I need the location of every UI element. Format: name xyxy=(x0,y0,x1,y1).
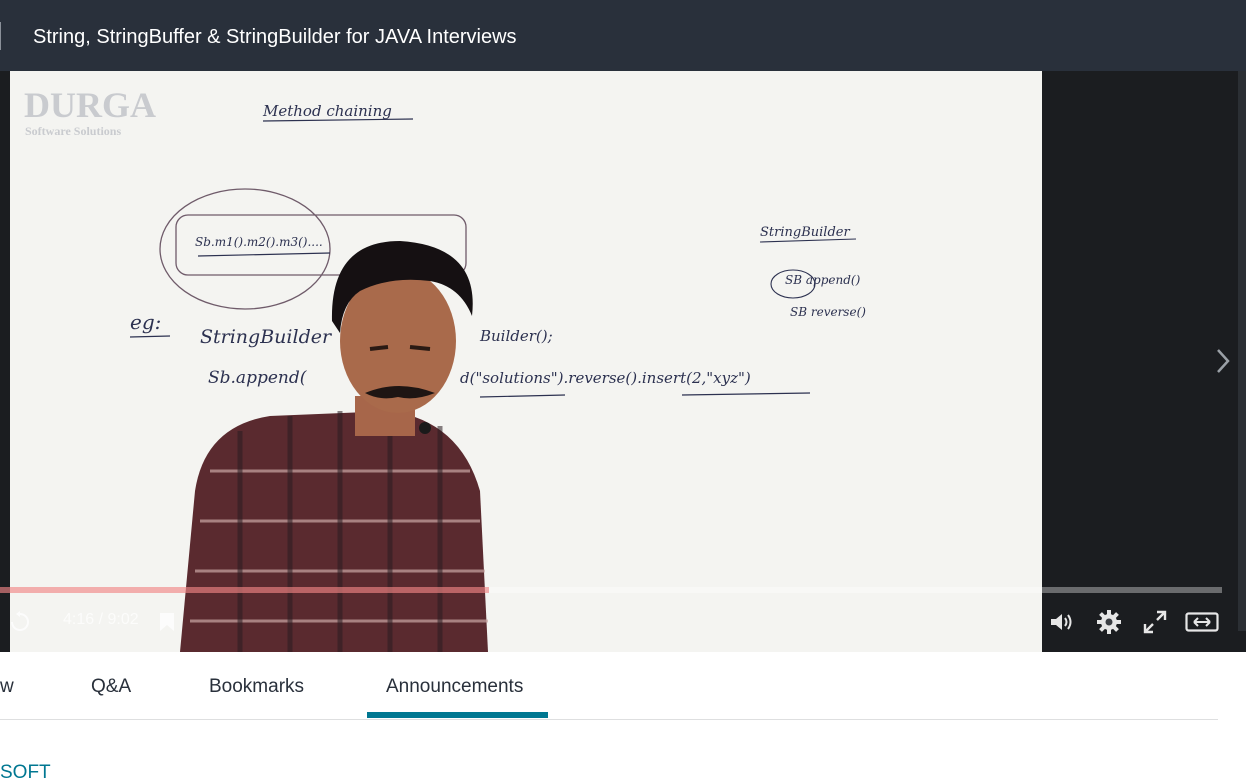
watermark-brand: DURGA xyxy=(24,85,156,125)
board-line2-mid: d("solutions").reverse().insert(2,"xyz") xyxy=(460,369,751,387)
volume-button[interactable] xyxy=(1048,606,1076,638)
tab-overview[interactable]: w xyxy=(0,676,14,698)
board-side-item-2: SB reverse() xyxy=(790,305,866,319)
next-lecture-button[interactable] xyxy=(1208,336,1238,386)
active-tab-indicator xyxy=(367,712,548,718)
tabs-divider xyxy=(0,719,1218,720)
sidebar-edge xyxy=(1238,71,1246,631)
header-divider xyxy=(0,22,1,50)
video-progress-bar[interactable] xyxy=(0,587,1222,593)
rewind-button[interactable] xyxy=(6,606,34,638)
bookmark-icon xyxy=(160,613,174,631)
gear-icon xyxy=(1097,610,1121,634)
settings-button[interactable] xyxy=(1094,606,1124,638)
time-display: 4:16 / 9:02 xyxy=(63,611,139,628)
board-eg: eg: xyxy=(130,310,161,334)
video-progress-fill xyxy=(0,587,489,593)
volume-icon xyxy=(1051,614,1072,630)
fullscreen-button[interactable] xyxy=(1140,606,1170,638)
board-line1: StringBuilder xyxy=(200,326,333,348)
announcement-author-link[interactable]: SOFT xyxy=(0,762,51,784)
expand-icon xyxy=(1185,612,1219,632)
tab-qa[interactable]: Q&A xyxy=(91,676,131,698)
expand-button[interactable] xyxy=(1184,606,1220,638)
lecture-tabs: w Q&A Bookmarks Announcements xyxy=(0,652,1246,720)
board-line2-head: Sb.append( xyxy=(208,368,307,388)
course-header: String, StringBuffer & StringBuilder for… xyxy=(0,0,1246,71)
course-title: String, StringBuffer & StringBuilder for… xyxy=(33,26,517,48)
board-line1-tail: Builder(); xyxy=(479,327,553,345)
board-side-item-1: SB append() xyxy=(785,273,861,287)
tab-bookmarks[interactable]: Bookmarks xyxy=(209,676,304,698)
add-bookmark-button[interactable] xyxy=(154,606,180,638)
watermark-tagline: Software Solutions xyxy=(25,124,121,138)
tab-announcements[interactable]: Announcements xyxy=(386,676,523,698)
chevron-right-icon xyxy=(1217,349,1230,373)
video-frame[interactable]: DURGA Software Solutions Method chaining… xyxy=(10,71,1042,652)
board-heading: Method chaining xyxy=(262,102,392,120)
player-controls: 4:16 / 9:02 xyxy=(0,596,1246,648)
fullscreen-icon xyxy=(1143,610,1167,634)
board-side-title: StringBuilder xyxy=(760,225,850,240)
rewind-icon xyxy=(11,611,29,631)
board-chain: Sb.m1().m2().m3().... xyxy=(195,235,323,249)
